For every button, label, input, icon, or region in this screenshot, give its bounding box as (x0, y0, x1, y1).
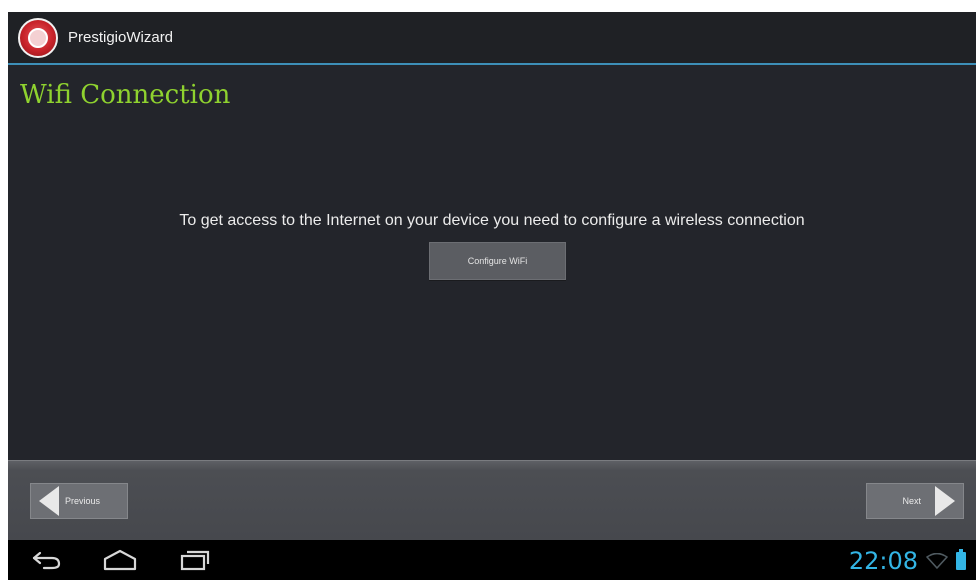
logo-center (28, 27, 48, 48)
device-screen: PrestigioWizard Wifi Connection To get a… (8, 12, 976, 580)
back-icon[interactable] (30, 548, 64, 572)
wifi-info-text: To get access to the Internet on your de… (179, 212, 805, 229)
page-title: Wifi Connection (20, 80, 231, 110)
home-icon[interactable] (100, 548, 140, 572)
arrow-left-icon (39, 486, 59, 516)
wizard-navigation: Previous Next (8, 460, 976, 540)
system-bar: 22:08 (8, 540, 976, 580)
arrow-right-icon (935, 486, 955, 516)
configure-wifi-button[interactable]: Configure WiFi (429, 242, 566, 280)
recent-apps-icon[interactable] (178, 548, 212, 572)
status-clock: 22:08 (848, 547, 918, 575)
battery-icon (956, 549, 966, 570)
app-title: PrestigioWizard (68, 29, 174, 46)
action-bar: PrestigioWizard (8, 12, 976, 65)
previous-label: Previous (65, 496, 101, 506)
configure-wifi-label: Configure WiFi (467, 256, 528, 266)
next-button[interactable]: Next (866, 483, 964, 519)
next-label: Next (902, 496, 921, 506)
prestigio-logo-icon[interactable] (18, 17, 58, 58)
wifi-icon (926, 553, 948, 569)
previous-button[interactable]: Previous (30, 483, 128, 519)
